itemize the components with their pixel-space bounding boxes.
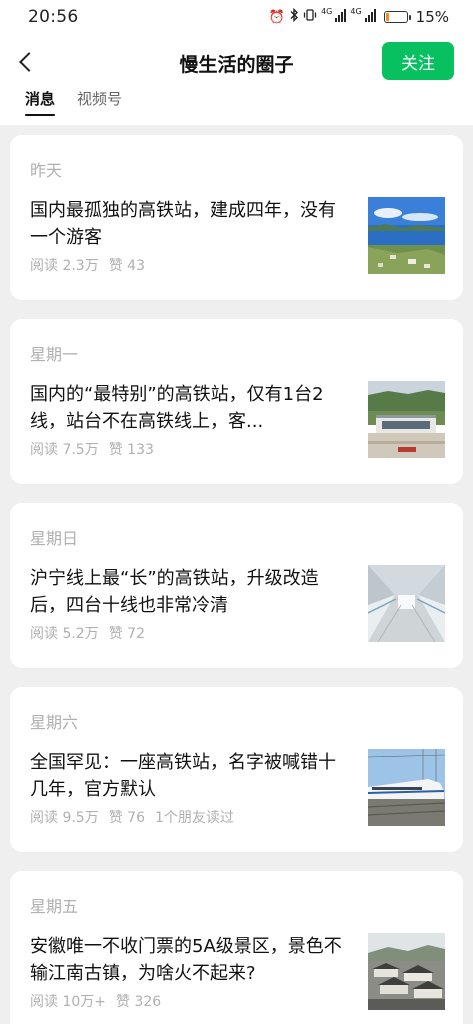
read-count: 阅读 9.5万 [30,810,99,826]
friend-read-note: 1个朋友读过 [154,810,234,826]
date-label: 星期五 [30,897,79,916]
station-building-image [368,381,445,458]
ancient-town-rooftops-image [368,933,445,1010]
battery-icon [383,11,411,23]
status-bar: 20:56 ⏰ 4G 4G 15% [0,0,473,34]
article-stats: 阅读 7.5万 赞 133 [30,439,164,459]
article-title[interactable]: 沪宁线上最“长”的高铁站，升级改造后，四台十线也非常冷清 [30,565,352,619]
lake-landscape-image [368,197,445,274]
article-stats: 阅读 5.2万 赞 72 [30,623,155,643]
read-count: 阅读 5.2万 [30,626,99,642]
tab-bar: 消息 视频号 [25,88,122,118]
article-title[interactable]: 安徽唯一不收门票的5A级景区，景色不输江南古镇，为啥火不起来? [30,933,352,987]
status-icons: ⏰ 4G 4G 15% [269,7,449,27]
article-card[interactable]: 星期五 安徽唯一不收门票的5A级景区，景色不输江南古镇，为啥火不起来? 阅读 1… [10,871,463,1024]
battery-level [385,13,389,21]
article-thumbnail[interactable] [368,749,445,826]
like-count: 赞 76 [108,810,145,826]
article-thumbnail[interactable] [368,565,445,642]
platform-corridor-image [368,565,445,642]
high-speed-train-image [368,749,445,826]
like-count: 赞 133 [108,442,154,458]
follow-button[interactable]: 关注 [382,42,454,80]
tab-messages[interactable]: 消息 [25,88,56,116]
date-label: 星期日 [30,529,79,548]
like-count: 赞 326 [116,994,162,1010]
read-count: 阅读 7.5万 [30,442,99,458]
article-stats: 阅读 2.3万 赞 43 [30,255,155,275]
article-card[interactable]: 昨天 国内最孤独的高铁站，建成四年，没有一个游客 阅读 2.3万 赞 43 [10,135,463,300]
bluetooth-icon [289,7,299,26]
date-label: 昨天 [30,161,63,180]
screen: 20:56 ⏰ 4G 4G 15% 慢生活的圈子 关注 消息 视频号 昨天 国内… [0,0,473,1024]
article-title[interactable]: 国内最孤独的高铁站，建成四年，没有一个游客 [30,197,352,251]
alarm-icon: ⏰ [268,9,286,25]
article-title[interactable]: 国内的“最特别”的高铁站，仅有1台2线，站台不在高铁线上，客... [30,381,352,435]
tab-channels[interactable]: 视频号 [77,88,122,116]
like-count: 赞 43 [108,258,145,274]
article-card[interactable]: 星期日 沪宁线上最“长”的高铁站，升级改造后，四台十线也非常冷清 阅读 5.2万… [10,503,463,668]
article-thumbnail[interactable] [368,933,445,1010]
article-thumbnail[interactable] [368,197,445,274]
read-count: 阅读 2.3万 [30,258,99,274]
article-stats: 阅读 9.5万 赞 76 1个朋友读过 [30,807,234,827]
date-label: 星期六 [30,713,79,732]
like-count: 赞 72 [108,626,145,642]
article-stats: 阅读 10万+ 赞 326 [30,991,171,1011]
article-card[interactable]: 星期一 国内的“最特别”的高铁站，仅有1台2线，站台不在高铁线上，客... 阅读… [10,319,463,484]
vibrate-icon [303,8,317,26]
article-card[interactable]: 星期六 全国罕见：一座高铁站，名字被喊错十几年，官方默认 阅读 9.5万 赞 7… [10,687,463,852]
article-thumbnail[interactable] [368,381,445,458]
navigation-bar: 慢生活的圈子 关注 [0,40,473,84]
read-count: 阅读 10万+ [30,994,106,1010]
article-title[interactable]: 全国罕见：一座高铁站，名字被喊错十几年，官方默认 [30,749,352,803]
date-label: 星期一 [30,345,79,364]
battery-percent: 15% [415,8,449,26]
status-time: 20:56 [28,7,79,27]
signal-4g-icon: 4G [321,8,347,26]
message-feed: 昨天 国内最孤独的高铁站，建成四年，没有一个游客 阅读 2.3万 赞 43 星期… [10,135,463,1024]
signal-4g-icon: 4G [350,8,376,26]
